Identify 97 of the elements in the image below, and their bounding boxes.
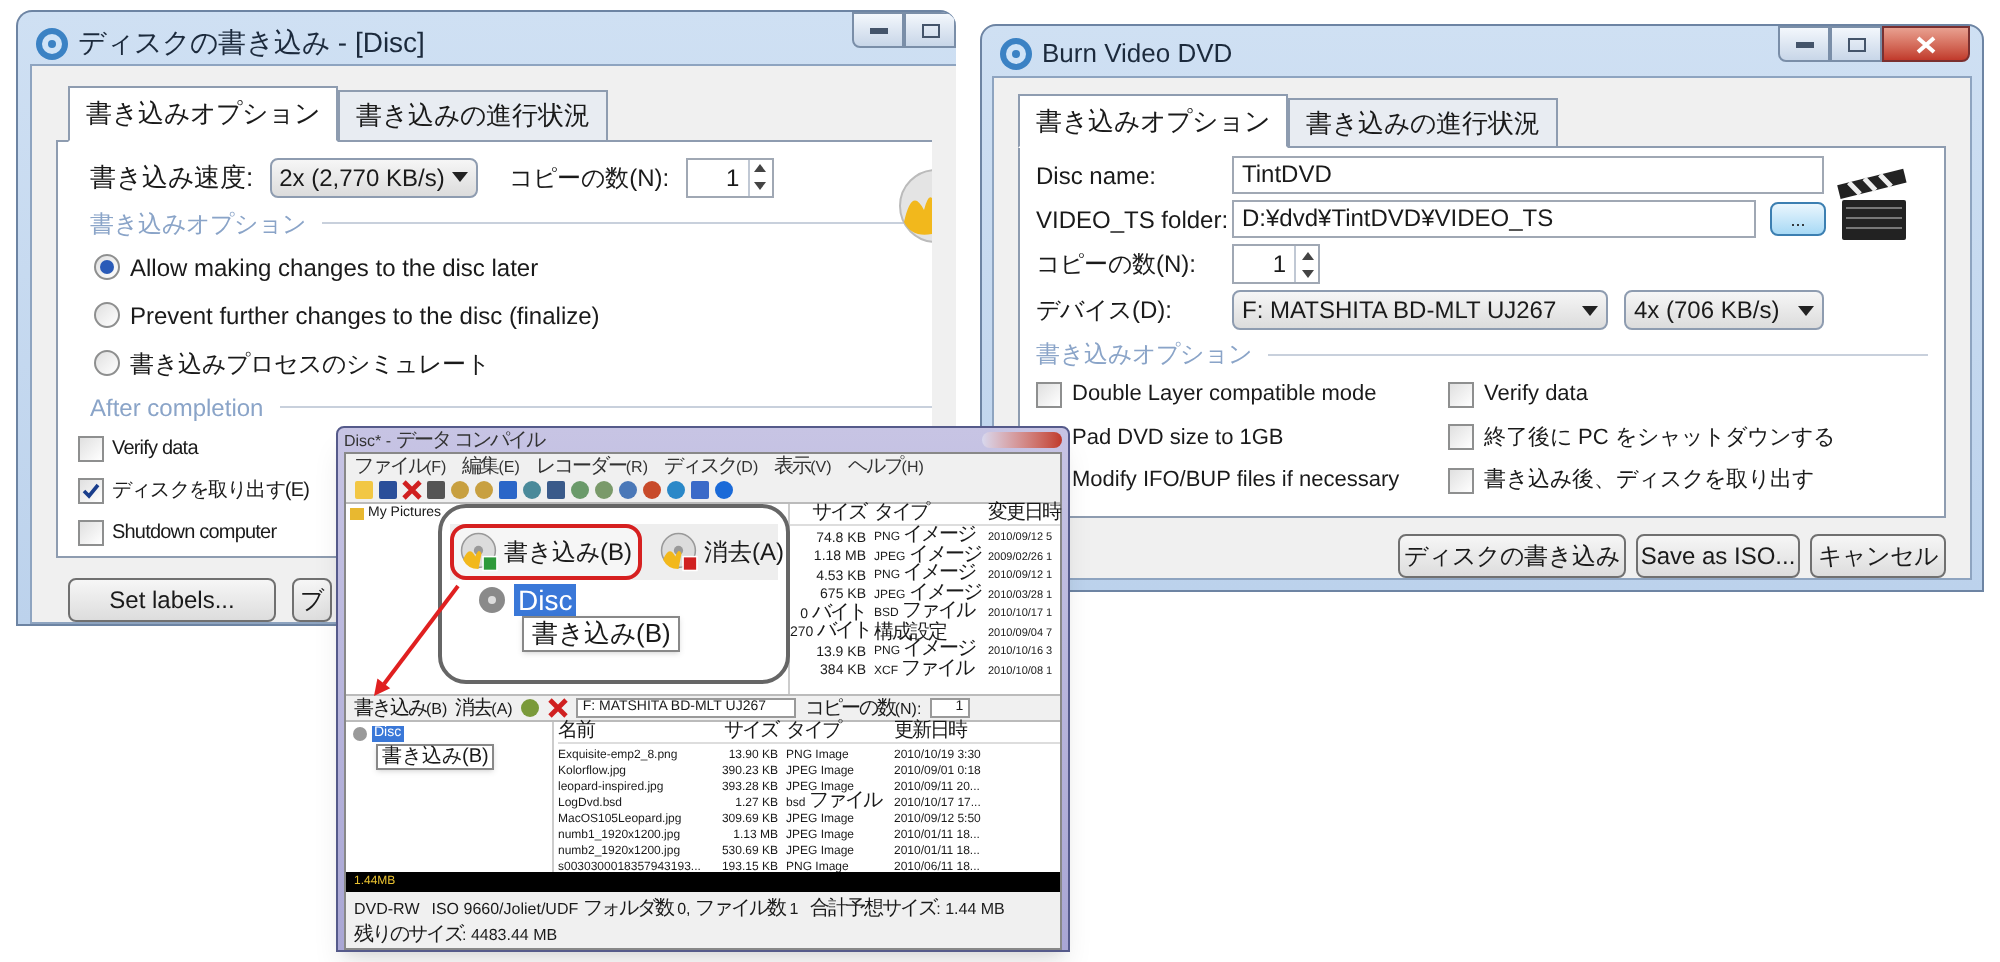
minimize-button[interactable] — [852, 12, 904, 48]
dropdown-arrow-icon[interactable] — [1582, 305, 1598, 315]
delete-icon[interactable] — [548, 698, 569, 718]
checkbox-label: Double Layer compatible mode — [1072, 380, 1377, 410]
tooltip: 書き込み(B) — [376, 744, 495, 770]
tab[interactable]: 書き込みの進行状況 — [1288, 97, 1558, 148]
disc-name-label: Disc name: — [1036, 159, 1159, 193]
folder-label: VIDEO_TS folder: — [1036, 203, 1231, 237]
menu-item[interactable]: ファイル(F) — [354, 454, 447, 478]
menu-item[interactable]: 編集(E) — [462, 454, 520, 478]
radio-label: Prevent further changes to the disc (finalize) — [130, 299, 600, 333]
checkbox-label: Verify data — [112, 435, 198, 463]
speed-select[interactable]: 2x (2,770 KB/s) — [269, 157, 478, 197]
column-header[interactable]: タイプ — [782, 722, 890, 742]
section-heading: 書き込みオプション — [1036, 338, 1252, 372]
spin-up-icon[interactable] — [754, 164, 767, 172]
radio-button[interactable] — [94, 254, 120, 280]
status-text: DVD-RW — [354, 898, 420, 920]
checkbox-label: ディスクを取り出す(E) — [112, 477, 310, 505]
menu-item[interactable]: ディスク(D) — [664, 454, 759, 478]
maximize-button[interactable] — [1830, 26, 1882, 62]
dialog-button[interactable]: Save as ISO... — [1636, 534, 1800, 578]
checkbox[interactable] — [1448, 424, 1474, 451]
toolbar-button[interactable]: 書き込み(B) — [354, 696, 448, 720]
menu-item[interactable]: ヘルプ(H) — [847, 454, 924, 478]
minimize-button[interactable] — [1778, 26, 1830, 62]
close-button[interactable] — [1882, 26, 1970, 62]
copies-label: コピーの数(N): — [804, 696, 922, 720]
column-header[interactable]: 変更日時 — [984, 504, 1060, 524]
menu-item[interactable]: レコーダー(R) — [535, 454, 648, 478]
checkbox[interactable] — [78, 435, 104, 461]
table-cell-text: 構成設定 — [872, 619, 949, 642]
checkbox-label: Verify data — [1484, 380, 1588, 410]
radio-button[interactable] — [94, 302, 120, 328]
status-text: 合計予想サイズ: 1.44 MB — [810, 895, 1005, 920]
dialog-button[interactable]: ディスクの書き込み — [1398, 534, 1626, 578]
dialog-button[interactable]: Set labels... — [68, 577, 276, 621]
dropdown-arrow-icon[interactable] — [1798, 305, 1814, 315]
check-icon — [82, 481, 100, 499]
checkbox-label: Modify IFO/BUP files if necessary — [1072, 466, 1400, 496]
menu-item[interactable]: 表示(V) — [774, 454, 832, 478]
copies-spinner[interactable]: 1 — [685, 157, 774, 197]
dialog-button[interactable]: ブ — [292, 577, 332, 621]
folder-field[interactable]: D:¥dvd¥TintDVD¥VIDEO_TS — [1232, 200, 1756, 238]
delete-icon[interactable] — [402, 480, 422, 500]
status-text: ISO 9660/Joliet/UDF フォルダ数 0, ファイル数 1 — [431, 896, 799, 920]
disc-erase-icon — [660, 532, 700, 572]
window-title: Burn Video DVD — [1042, 36, 1233, 72]
burn-toolbar-button[interactable]: 書き込み(B) — [450, 524, 642, 580]
device-select[interactable]: F: MATSHITA BD-MLT UJ267 — [1232, 290, 1608, 330]
tree-item[interactable]: Disc — [514, 584, 577, 616]
column-header[interactable]: タイプ — [870, 504, 984, 524]
column-header[interactable]: サイズ — [714, 722, 782, 742]
toolbar-button[interactable]: 消去(A) — [455, 696, 513, 720]
checkbox[interactable] — [78, 477, 104, 503]
speed-label: 書き込み速度: — [90, 159, 254, 196]
column-header[interactable]: 名前 — [558, 722, 714, 742]
checkbox-label: Pad DVD size to 1GB — [1072, 423, 1284, 453]
radio-label: 書き込みプロセスのシミュレート — [130, 347, 490, 381]
checkbox[interactable] — [78, 519, 104, 545]
checkbox[interactable] — [1448, 381, 1474, 408]
burn-toolbar-button[interactable]: 消去(A) — [650, 524, 794, 580]
column-header[interactable]: 更新日時 — [890, 722, 1060, 742]
checkbox-label: Shutdown computer — [112, 519, 277, 547]
window-title: ディスクの書き込み - [Disc] — [78, 24, 425, 62]
radio-button[interactable] — [94, 350, 120, 376]
clapperboard-icon — [1836, 168, 1912, 244]
spin-down-icon[interactable] — [1301, 269, 1313, 277]
disc-burn-icon — [460, 532, 500, 572]
section-heading: 書き込みオプション — [90, 207, 306, 241]
copies-label: コピーの数(N): — [1036, 248, 1198, 282]
disc-name-field[interactable]: TintDVD — [1232, 156, 1824, 194]
dropdown-arrow-icon[interactable] — [451, 172, 468, 182]
status-text: 残りのサイズ: 4483.44 MB — [354, 921, 558, 946]
close-icon — [1916, 35, 1936, 53]
checkbox[interactable] — [1036, 381, 1062, 408]
copies-label: コピーの数(N): — [509, 161, 670, 195]
copies-spinner[interactable]: 1 — [1232, 244, 1320, 284]
tooltip: 書き込み(B) — [522, 616, 681, 652]
checkbox[interactable] — [1448, 467, 1474, 494]
speed-select[interactable]: 4x (706 KB/s) — [1624, 290, 1824, 330]
tab[interactable]: 書き込みオプション — [68, 86, 338, 141]
spin-up-icon[interactable] — [1301, 251, 1313, 259]
window-title: Disc* - データ コンパイル — [344, 428, 545, 452]
spin-down-icon[interactable] — [754, 182, 767, 190]
maximize-button[interactable] — [904, 12, 956, 48]
device-label: デバイス(D): — [1036, 294, 1174, 328]
dialog-button[interactable]: キャンセル — [1810, 534, 1946, 578]
checkbox-label: 書き込み後、ディスクを取り出す — [1484, 466, 1814, 496]
browse-button[interactable]: ... — [1770, 202, 1826, 236]
tab[interactable]: 書き込みの進行状況 — [338, 90, 608, 141]
radio-label: Allow making changes to the disc later — [130, 251, 539, 285]
pointer-arrow — [368, 582, 464, 698]
section-heading: After completion — [90, 391, 264, 425]
checkbox-label: 終了後に PC をシャットダウンする — [1484, 423, 1835, 453]
column-header[interactable]: サイズ — [790, 504, 870, 524]
tab[interactable]: 書き込みオプション — [1018, 93, 1288, 148]
